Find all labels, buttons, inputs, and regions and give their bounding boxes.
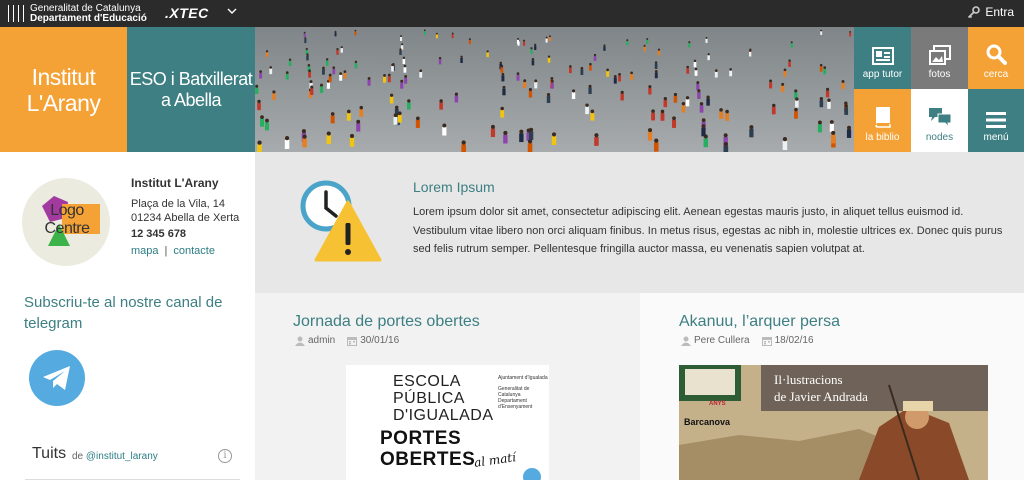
post-image[interactable]: Il·lustracions de Javier Andrada ANYS Ba… — [679, 365, 988, 480]
clock-warning-icon — [300, 180, 382, 262]
notice-banner: Lorem Ipsum Lorem ipsum dolor sit amet, … — [255, 152, 1024, 293]
search-icon — [986, 44, 1007, 65]
poster-sponsor: Departament d'Ensenyament — [498, 398, 533, 410]
contact-link[interactable]: contacte — [173, 245, 215, 257]
poster-script: al matí — [473, 450, 517, 470]
tweets-by: de @institut_larany — [72, 451, 158, 462]
calendar-icon — [347, 336, 358, 346]
poster-sponsors: Ajuntament d'Igualada Generalitat de Cat… — [498, 375, 549, 410]
poster-heading: ESCOLA PÚBLICA D'IGUALADA — [393, 373, 494, 424]
user-icon — [681, 336, 691, 346]
tile-label: nodes — [925, 132, 954, 143]
gencat-text: Generalitat de Catalunya Departament d'E… — [30, 2, 147, 24]
tweets-by-label: de — [72, 451, 84, 462]
post-meta: admin 30/01/16 — [295, 335, 399, 346]
poster-bold-line: OBERTES — [380, 449, 476, 470]
cover-line: Il·lustracions — [774, 372, 843, 387]
tile-menu[interactable]: menú — [968, 89, 1024, 152]
xtec-link[interactable]: .XTEC — [165, 5, 209, 21]
hamburger-icon — [986, 112, 1006, 128]
telegram-title: Subscriu-te al nostre canal de telegram — [24, 294, 223, 332]
post-author[interactable]: Pere Cullera — [694, 335, 750, 346]
id-card-icon — [871, 47, 894, 65]
post-date: 18/02/16 — [774, 335, 814, 346]
book-icon — [874, 107, 891, 128]
calendar-icon — [761, 336, 772, 346]
header-photo — [255, 27, 854, 152]
school-address: Plaça de la Vila, 14 01234 Abella de Xer… — [131, 197, 239, 225]
user-icon — [295, 336, 305, 346]
gencat-brand[interactable]: Generalitat de Catalunya Departament d'E… — [8, 3, 147, 24]
poster-bold-line: PORTES — [380, 428, 462, 449]
contact-links: mapa | contacte — [131, 245, 215, 257]
telegram-icon[interactable] — [29, 350, 85, 406]
map-link[interactable]: mapa — [131, 245, 159, 257]
key-icon — [968, 5, 981, 18]
sidebar: Logo Centre Institut L'Arany Plaça de la… — [0, 152, 255, 480]
cover-line: de Javier Andrada — [774, 389, 868, 404]
site-header: Institut L'Arany ESO i Batxillerat a Abe… — [0, 27, 1024, 152]
gencat-line2: Departament d'Educació — [30, 12, 147, 24]
post-title[interactable]: Jornada de portes obertes — [293, 313, 480, 331]
link-separator: | — [164, 245, 168, 257]
tile-label: la biblio — [865, 132, 900, 143]
poster-sponsor: Ajuntament d'Igualada — [498, 375, 548, 381]
tile-fotos[interactable]: fotos — [911, 27, 968, 89]
post-author[interactable]: admin — [308, 335, 335, 346]
address-line1: Plaça de la Vila, 14 — [131, 198, 225, 210]
posts-grid: Jornada de portes obertes admin 30/01/16… — [255, 293, 1024, 480]
post-date: 30/01/16 — [360, 335, 400, 346]
school-levels[interactable]: ESO i Batxillerat a Abella — [127, 27, 255, 152]
gencat-logo-icon — [8, 5, 24, 22]
poster-bold: PORTES OBERTES — [380, 428, 475, 470]
school-name: Institut L'Arany — [131, 176, 219, 190]
post-title[interactable]: Akanuu, l’arquer persa — [679, 313, 840, 331]
chat-icon — [928, 108, 951, 128]
address-line2: 01234 Abella de Xerta — [131, 212, 240, 224]
post-image[interactable]: ESCOLA PÚBLICA D'IGUALADA PORTES OBERTES… — [346, 365, 549, 480]
post-meta: Pere Cullera 18/02/16 — [681, 335, 814, 346]
login-link[interactable]: Entra — [967, 5, 1014, 19]
tweets-handle-link[interactable]: @institut_larany — [86, 451, 158, 462]
school-phone: 12 345 678 — [131, 228, 187, 240]
logo-text: Logo Centre — [44, 202, 90, 237]
tile-label: fotos — [928, 69, 951, 80]
tile-label: app tutor — [862, 69, 903, 80]
gencat-line1: Generalitat de Catalunya — [30, 2, 141, 14]
tweets-widget: Tuits de @institut_larany i — [25, 440, 240, 480]
photos-icon — [928, 45, 951, 65]
tile-label: menú — [983, 132, 1009, 143]
poster-line: PÚBLICA — [393, 390, 465, 407]
post-card: Akanuu, l’arquer persa Pere Cullera 18/0… — [640, 293, 1024, 480]
poster-line: ESCOLA — [393, 373, 461, 390]
login-label: Entra — [985, 5, 1014, 19]
poster-sponsor: Generalitat de Catalunya — [498, 386, 530, 398]
chevron-down-icon[interactable] — [227, 4, 237, 21]
cover-anys: ANYS — [709, 401, 726, 407]
poster-badge-icon — [523, 468, 541, 480]
tile-label: cerca — [983, 69, 1009, 80]
tile-nodes[interactable]: nodes — [911, 89, 968, 152]
info-icon[interactable]: i — [218, 449, 232, 463]
top-bar: Generalitat de Catalunya Departament d'E… — [0, 0, 1024, 27]
cover-publisher: Barcanova — [684, 417, 731, 427]
tile-cerca[interactable]: cerca — [968, 27, 1024, 89]
notice-title: Lorem Ipsum — [413, 179, 495, 195]
tile-app-tutor[interactable]: app tutor — [854, 27, 911, 89]
tweets-title: Tuits — [32, 445, 67, 462]
notice-body: Lorem ipsum dolor sit amet, consectetur … — [413, 206, 1003, 255]
post-card: Jornada de portes obertes admin 30/01/16… — [255, 293, 640, 480]
cover-title: Il·lustracions de Javier Andrada — [774, 371, 868, 405]
poster-line: D'IGUALADA — [393, 407, 494, 424]
school-title[interactable]: Institut L'Arany — [0, 27, 127, 152]
tile-la-biblio[interactable]: la biblio — [854, 89, 911, 152]
